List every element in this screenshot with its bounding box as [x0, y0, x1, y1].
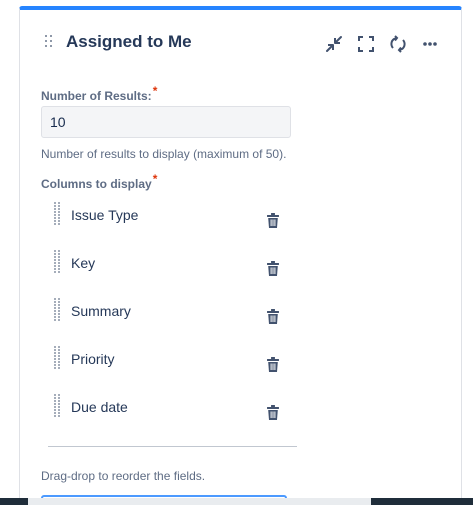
refresh-icon[interactable]: [388, 34, 408, 54]
gadget-panel: Assigned to Me Number of Results:* 10 Nu…: [19, 6, 462, 505]
trash-icon[interactable]: [266, 308, 280, 324]
column-item-issue-type[interactable]: Issue Type: [48, 200, 297, 248]
bottom-bar: [0, 498, 473, 505]
results-label-text: Number of Results:: [41, 89, 152, 103]
drag-grip-icon[interactable]: [54, 202, 63, 226]
trash-icon[interactable]: [266, 356, 280, 372]
column-label: Key: [71, 255, 96, 271]
drag-grip-icon[interactable]: [54, 298, 63, 322]
required-indicator: *: [152, 172, 158, 186]
gadget-title: Assigned to Me: [66, 32, 192, 51]
column-label: Summary: [71, 303, 131, 319]
minimize-icon[interactable]: [324, 34, 344, 54]
column-item-summary[interactable]: Summary: [48, 296, 297, 344]
column-label: Priority: [71, 351, 115, 367]
drag-grip-icon[interactable]: [54, 346, 63, 370]
drag-handle-icon[interactable]: [45, 35, 53, 47]
trash-icon[interactable]: [266, 404, 280, 420]
fullscreen-icon[interactable]: [356, 34, 376, 54]
required-indicator: *: [152, 84, 158, 98]
columns-list: Issue Type Key Summary Priority Due date: [48, 200, 297, 440]
column-label: Issue Type: [71, 207, 139, 223]
trash-icon[interactable]: [266, 212, 280, 228]
page: Assigned to Me Number of Results:* 10 Nu…: [0, 0, 473, 505]
drag-grip-icon[interactable]: [54, 394, 63, 418]
results-label: Number of Results:*: [41, 84, 157, 104]
column-item-priority[interactable]: Priority: [48, 344, 297, 392]
reorder-help-text: Drag-drop to reorder the fields.: [41, 469, 206, 483]
divider: [48, 446, 297, 447]
column-item-due-date[interactable]: Due date: [48, 392, 297, 440]
column-label: Due date: [71, 399, 128, 415]
trash-icon[interactable]: [266, 260, 280, 276]
results-input[interactable]: 10: [41, 106, 291, 138]
results-help-text: Number of results to display (maximum of…: [41, 147, 287, 161]
gadget-header: Assigned to Me: [20, 10, 461, 76]
bottom-bar-segment: [28, 498, 371, 505]
more-icon[interactable]: [420, 34, 440, 54]
columns-label: Columns to display*: [41, 172, 157, 192]
column-item-key[interactable]: Key: [48, 248, 297, 296]
drag-grip-icon[interactable]: [54, 250, 63, 274]
columns-label-text: Columns to display: [41, 177, 152, 191]
